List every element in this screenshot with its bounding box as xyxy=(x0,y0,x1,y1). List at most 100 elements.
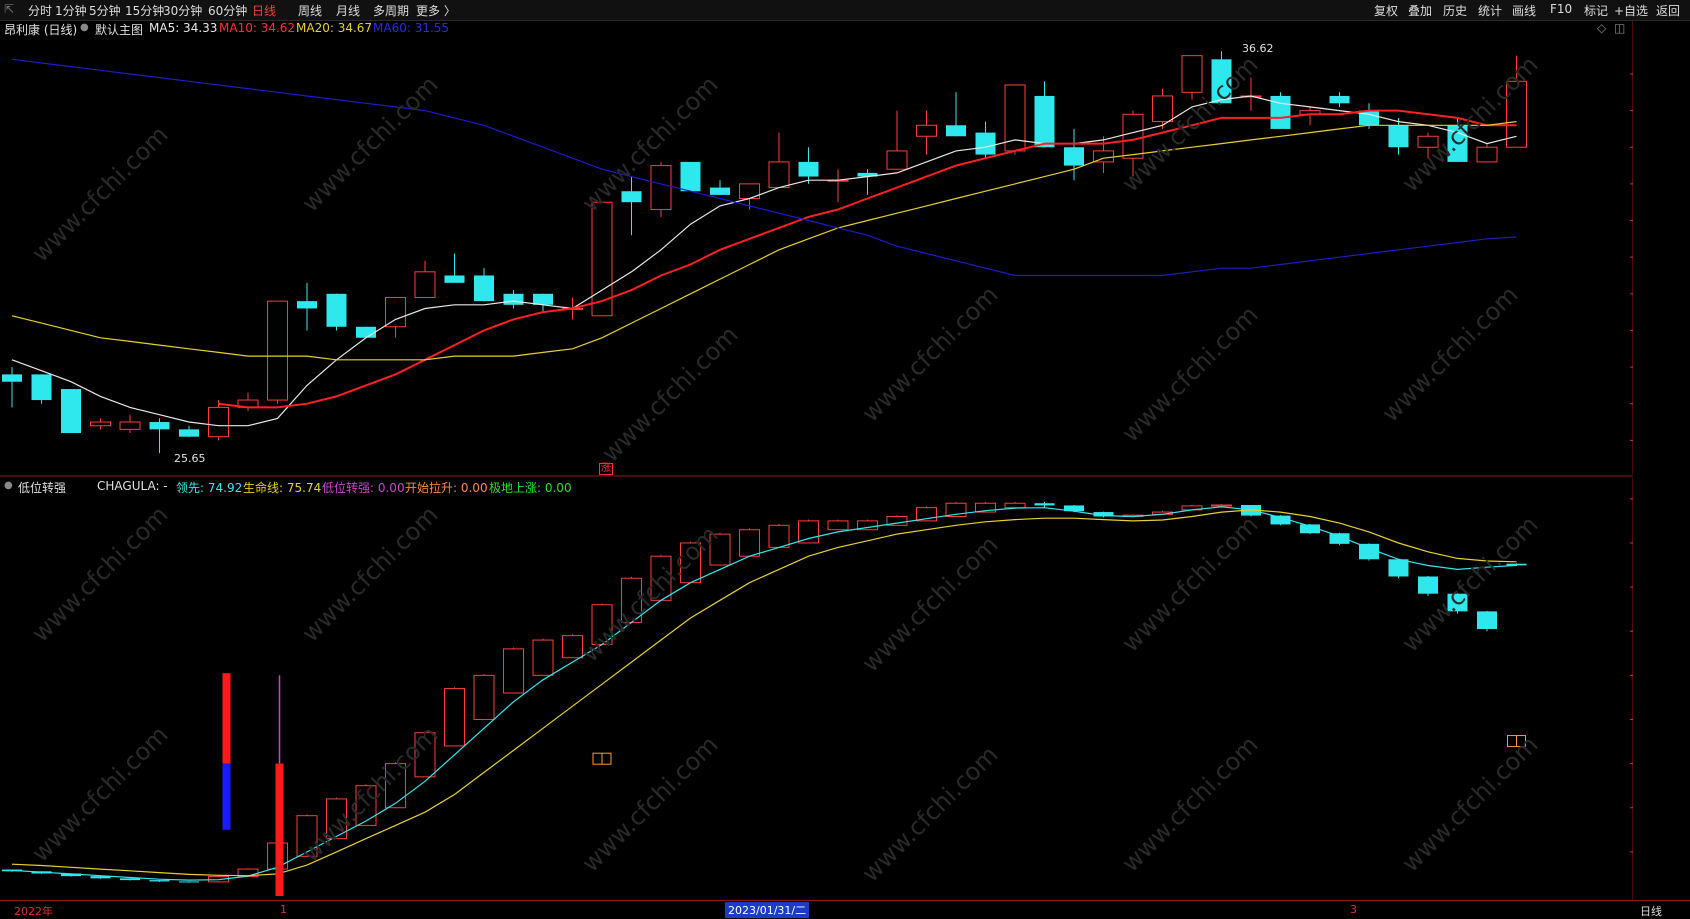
main-body xyxy=(916,124,937,137)
ma5-label: MA5: 34.33 xyxy=(149,21,218,35)
lingxian-label: 领先: 74.92 xyxy=(176,481,243,495)
main-candle-50 xyxy=(1476,143,1498,163)
stock-title: 昂利康 (日线) xyxy=(4,23,78,37)
ind-body xyxy=(827,520,849,531)
main-candle-31 xyxy=(916,110,937,155)
period-tab-10[interactable]: 更多 〉 xyxy=(416,2,456,19)
date-label-1: 1 xyxy=(280,903,287,916)
main-body xyxy=(503,293,524,305)
ind-candle-24 xyxy=(709,532,731,566)
ind-candle-35 xyxy=(1034,501,1055,508)
main-candle-21 xyxy=(621,176,642,236)
period-tab-0[interactable]: 分时 xyxy=(28,2,52,19)
expand-icon[interactable]: ◇ xyxy=(1597,21,1606,35)
main-candle-24 xyxy=(710,180,730,195)
period-tab-5[interactable]: 60分钟 xyxy=(208,2,247,19)
indicator-name[interactable]: 低位转强 xyxy=(18,479,66,496)
period-tab-1[interactable]: 1分钟 xyxy=(55,2,87,19)
main-candle-2 xyxy=(61,389,81,434)
main-body xyxy=(1181,55,1203,93)
tool-button-3[interactable]: 统计 xyxy=(1478,2,1502,19)
period-tab-8[interactable]: 月线 xyxy=(336,2,360,19)
ind-body xyxy=(355,785,377,826)
ind-candle-14 xyxy=(414,731,436,778)
main-price-axis xyxy=(1633,21,1690,478)
main-body xyxy=(1122,113,1144,159)
tool-button-5[interactable]: F10 xyxy=(1550,2,1572,16)
ind-candle-13 xyxy=(385,762,406,809)
ind-candle-10 xyxy=(296,814,318,857)
zhang-marker[interactable]: 涨 xyxy=(599,463,613,475)
main-candle-5 xyxy=(149,418,170,454)
indicator-value-axis xyxy=(1633,478,1690,900)
main-line-MA20 xyxy=(11,121,1517,361)
ind-body xyxy=(532,639,554,676)
indicator-chart[interactable]: 90.0080.0070.0060.0050.0040.0030.0020.00… xyxy=(0,478,1690,900)
template-name[interactable]: 默认主图 xyxy=(95,21,143,38)
main-candle-34 xyxy=(1004,84,1026,155)
main-body xyxy=(1270,95,1291,129)
tool-button-7[interactable]: +自选 xyxy=(1614,2,1648,19)
main-candle-11 xyxy=(326,293,347,331)
main-candle-7 xyxy=(208,400,229,441)
main-body xyxy=(444,275,465,283)
ind-body xyxy=(120,878,140,881)
ind-body xyxy=(1211,504,1232,507)
ind-body xyxy=(1004,502,1026,509)
period-tab-7[interactable]: 周线 xyxy=(298,2,322,19)
tool-button-0[interactable]: 复权 xyxy=(1374,2,1398,19)
ind-body xyxy=(621,577,642,623)
main-candle-48 xyxy=(1417,132,1439,159)
main-body xyxy=(297,301,317,309)
main-candle-13 xyxy=(385,296,406,338)
main-body xyxy=(2,374,22,382)
ind-body xyxy=(179,881,199,883)
tool-button-1[interactable]: 叠加 xyxy=(1408,2,1432,19)
period-tab-4[interactable]: 30分钟 xyxy=(163,2,202,19)
period-tab-3[interactable]: 15分钟 xyxy=(125,2,164,19)
main-body xyxy=(1034,95,1055,148)
main-body xyxy=(886,150,908,170)
indicator-toggle-icon[interactable]: ● xyxy=(4,480,13,491)
main-candlestick-chart[interactable]: 36.0035.0034.0033.0032.0031.0030.0029.00… xyxy=(0,21,1690,478)
tool-button-8[interactable]: 返回 xyxy=(1656,2,1680,19)
main-candle-38 xyxy=(1122,110,1144,177)
main-body xyxy=(710,187,730,195)
ind-body xyxy=(650,555,672,601)
main-candle-23 xyxy=(680,161,701,192)
ind-candle-23 xyxy=(680,541,701,584)
ind-candle-43 xyxy=(1270,515,1291,526)
ind-body xyxy=(385,763,406,809)
period-indicator[interactable]: 日线 xyxy=(1640,903,1662,919)
tool-button-6[interactable]: 标记 xyxy=(1584,2,1608,19)
ind-candle-6 xyxy=(179,881,199,883)
date-cursor-label: 2023/01/31/二 xyxy=(725,902,810,918)
ind-candle-25 xyxy=(739,528,760,557)
main-body xyxy=(208,406,229,438)
diwei-label: 低位转强: 0.00 xyxy=(322,481,405,495)
ind-body xyxy=(1477,611,1497,630)
main-line-MA5 xyxy=(11,95,1517,427)
main-body xyxy=(798,161,819,177)
period-tab-9[interactable]: 多周期 xyxy=(373,2,409,19)
window-icon[interactable]: ◫ xyxy=(1614,21,1625,35)
period-tab-6[interactable]: 日线 xyxy=(252,2,276,19)
date-label-3: 3 xyxy=(1350,903,1357,916)
main-body xyxy=(1388,125,1409,148)
tool-button-4[interactable]: 画线 xyxy=(1512,2,1536,19)
main-candle-40 xyxy=(1181,55,1203,100)
main-body xyxy=(680,161,701,192)
ind-candle-28 xyxy=(827,519,849,531)
ind-candle-22 xyxy=(650,554,672,601)
menu-icon[interactable]: ⇱ xyxy=(4,2,14,16)
main-candle-12 xyxy=(356,326,376,338)
template-toggle-icon[interactable]: ● xyxy=(80,22,89,33)
main-candle-36 xyxy=(1064,128,1084,181)
period-tab-2[interactable]: 5分钟 xyxy=(89,2,121,19)
ind-signal-red-bar-1 xyxy=(222,673,231,764)
main-body xyxy=(650,165,672,211)
tool-button-2[interactable]: 历史 xyxy=(1443,2,1467,19)
date-label-start: 2022年 xyxy=(14,905,53,918)
main-body xyxy=(1329,95,1350,104)
ind-candle-5 xyxy=(149,880,170,882)
